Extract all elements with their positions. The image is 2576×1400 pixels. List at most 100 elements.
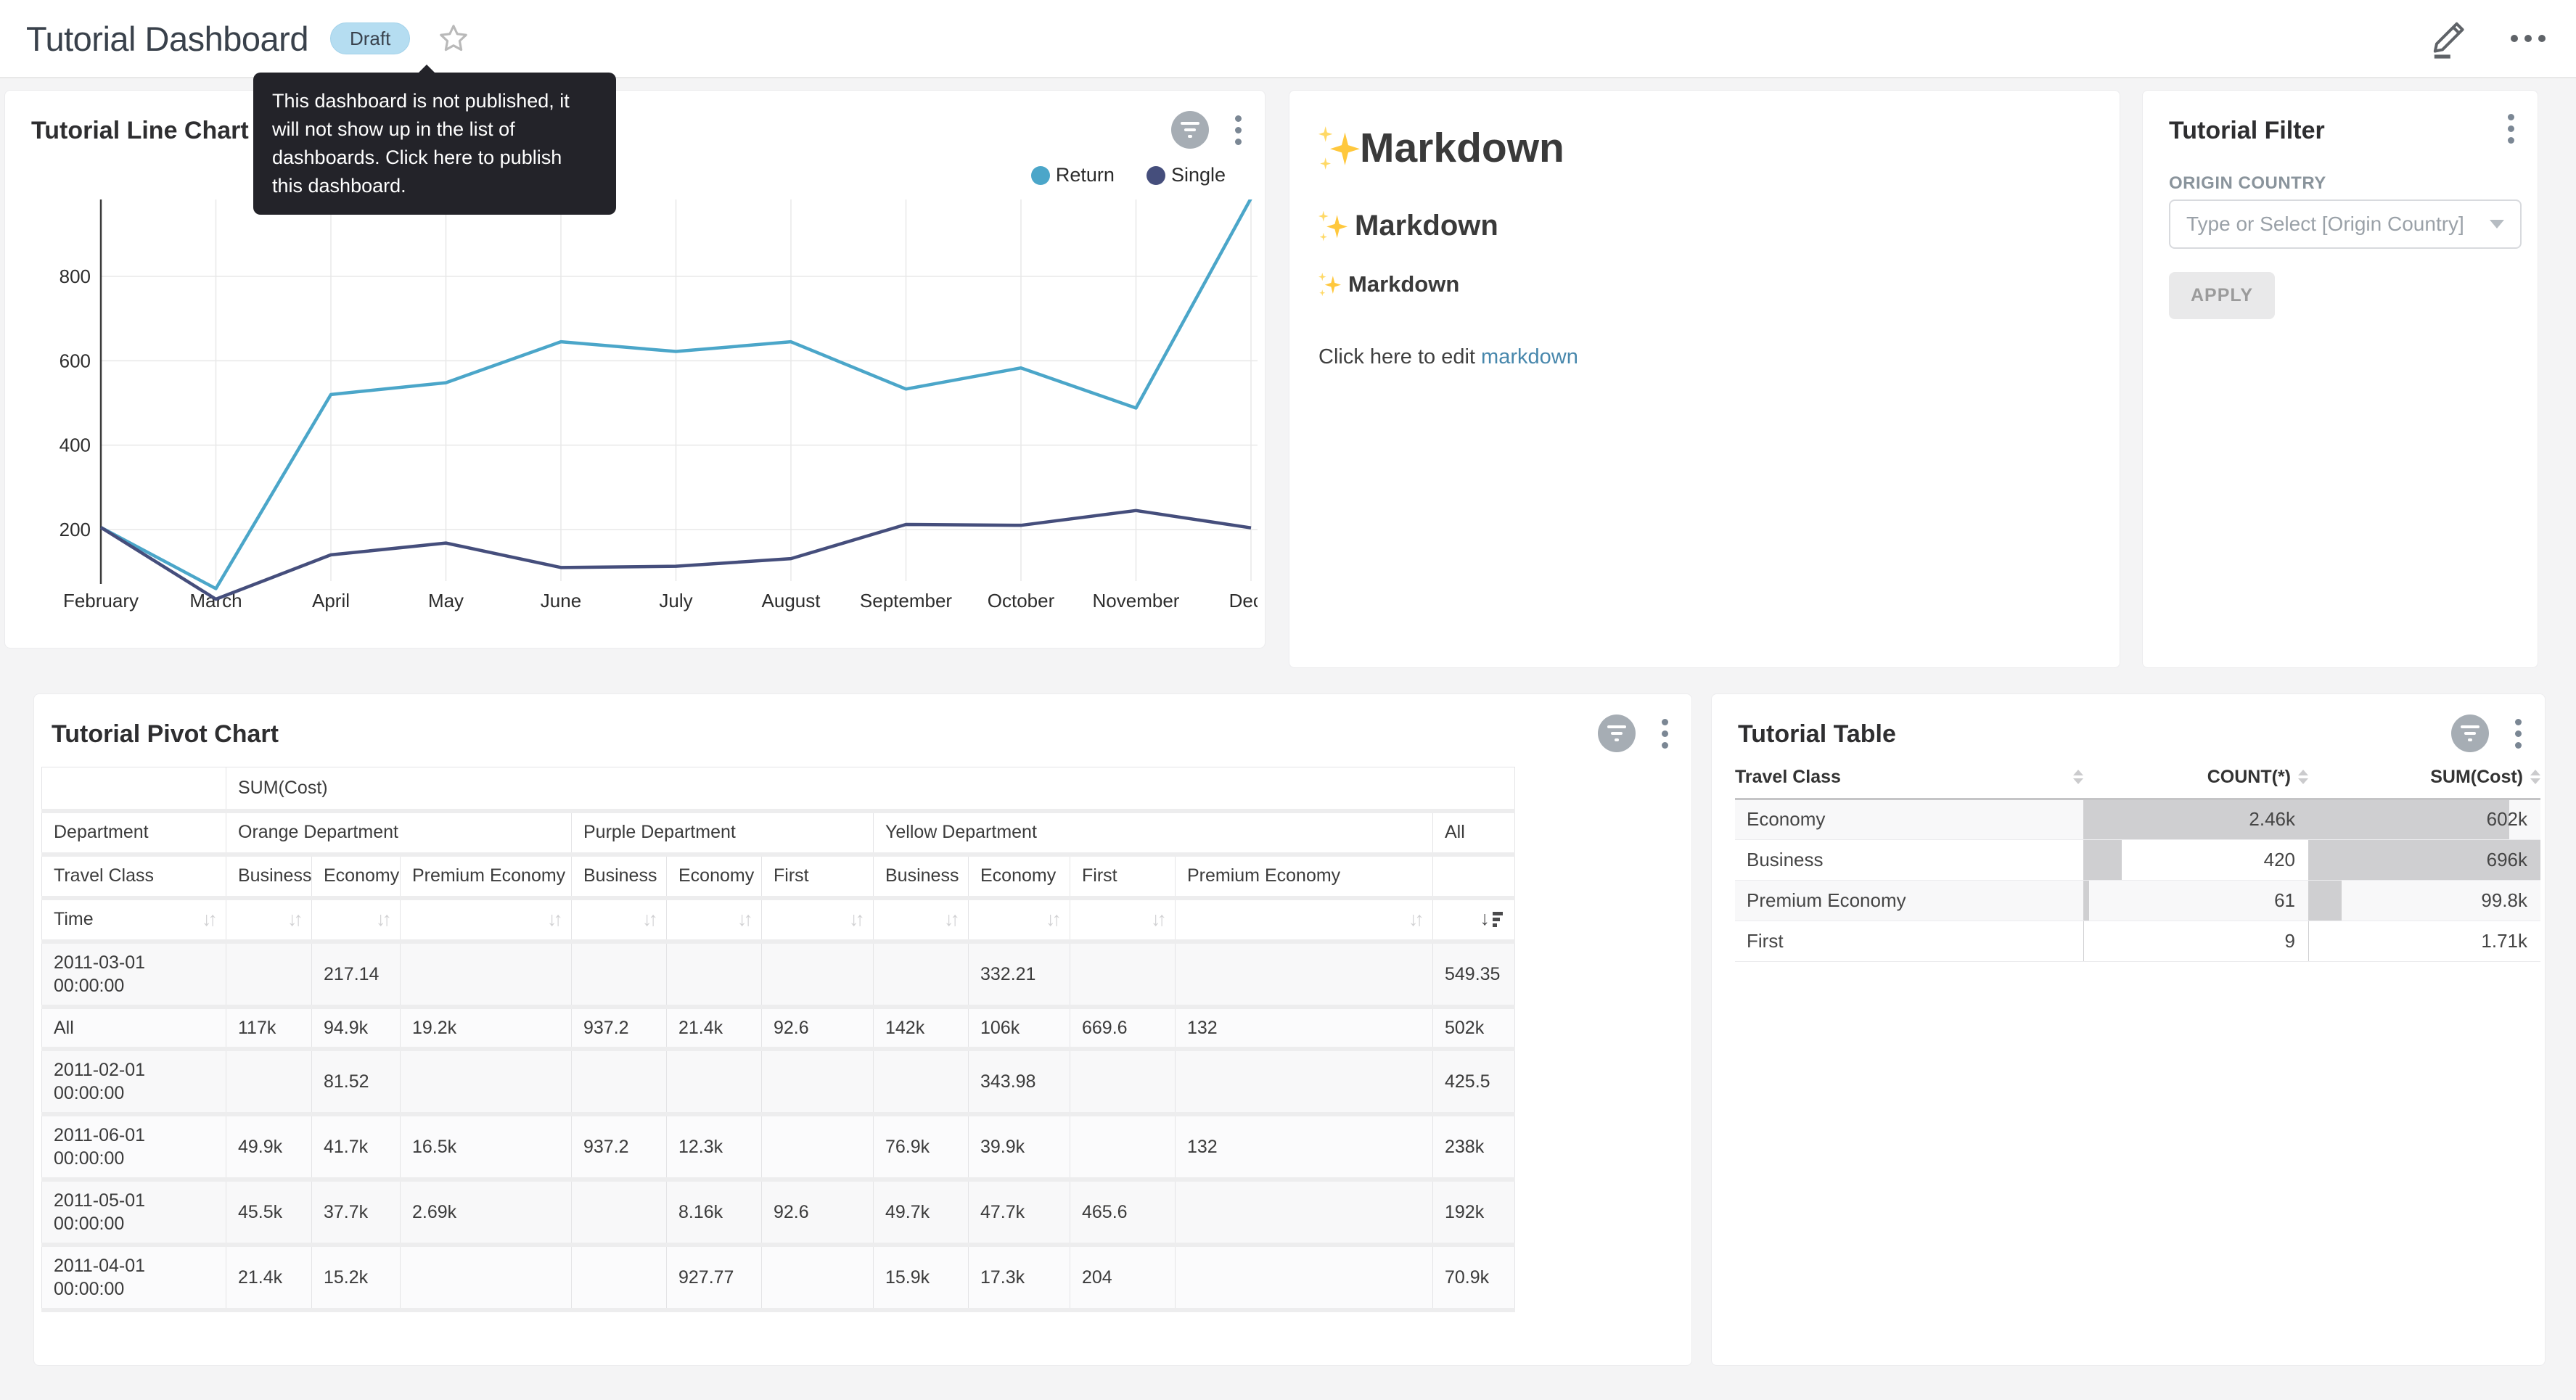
pivot-row-dim-label: Department (42, 811, 226, 855)
time-line: 00:00:00 (54, 1212, 214, 1235)
sort-icon[interactable]: ↓↑ (202, 908, 214, 931)
publish-tooltip: This dashboard is not published, it will… (253, 73, 616, 215)
sort-descending-active-icon[interactable]: ↓ (1480, 909, 1504, 928)
pivot-value-cell: 76.9k (874, 1114, 969, 1179)
axis-tick-label: May (428, 590, 464, 612)
pivot-group-header[interactable]: Purple Department (572, 811, 874, 855)
pivot-value-cell: 106k (969, 1007, 1070, 1049)
sort-icon[interactable]: ↓↑ (642, 908, 655, 930)
pivot-subcol-header[interactable]: Premium Economy (1176, 855, 1433, 898)
time-line: All (54, 1016, 214, 1039)
pivot-subcol-header[interactable]: Premium Economy (401, 855, 572, 898)
pivot-value-cell: 142k (874, 1007, 969, 1049)
pivot-value-cell (1070, 1049, 1176, 1114)
more-actions-icon[interactable] (2506, 30, 2550, 46)
pivot-time-header-inner: Time↓↑ (54, 908, 214, 931)
sort-icon[interactable]: ↓↑ (737, 908, 750, 930)
legend-label: Single (1171, 164, 1226, 186)
legend-item-single[interactable]: Single (1147, 164, 1226, 186)
value-bar (2308, 800, 2509, 839)
pivot-subcol-header[interactable]: Economy (969, 855, 1070, 898)
table-header-row: Travel Class COUNT(*) SUM(Cost) (1735, 757, 2540, 799)
markdown-h1: Markdown (1318, 124, 2091, 172)
pivot-sort-cell: ↓↑ (1070, 898, 1176, 942)
sort-icon[interactable]: ↓↑ (547, 908, 559, 930)
apply-button[interactable]: APPLY (2169, 272, 2275, 319)
axis-tick-label: April (312, 590, 350, 612)
chart-menu-icon[interactable] (1659, 716, 1671, 752)
value-bar (2308, 921, 2309, 961)
pivot-subcol-header[interactable]: Business (226, 855, 312, 898)
pivot-data-row: 2011-02-0100:00:0081.52343.98425.5 (42, 1049, 1515, 1114)
pivot-value-cell (762, 942, 874, 1007)
pivot-row-time-value: 2011-04-0100:00:00 (42, 1245, 226, 1310)
sort-icon[interactable]: ↓↑ (376, 908, 388, 930)
pivot-group-header[interactable]: Orange Department (226, 811, 572, 855)
pivot-subcol-header[interactable]: Economy (667, 855, 762, 898)
pivot-subcol-header[interactable]: First (1070, 855, 1176, 898)
sort-caret-icon[interactable] (2073, 770, 2083, 784)
markdown-h1-text: Markdown (1360, 124, 1564, 172)
filter-indicator-icon[interactable] (2451, 715, 2489, 752)
markdown-edit-link[interactable]: markdown (1481, 345, 1578, 368)
sort-icon[interactable]: ↓↑ (1408, 908, 1421, 930)
column-header-count-[interactable]: COUNT(*) (2083, 757, 2308, 799)
time-line: 00:00:00 (54, 1082, 214, 1105)
pivot-value-cell (572, 1245, 667, 1310)
axis-tick-label: November (1093, 590, 1180, 612)
filter-indicator-icon[interactable] (1598, 715, 1636, 752)
pivot-value-cell: 21.4k (667, 1007, 762, 1049)
axis-tick-label: October (988, 590, 1055, 612)
legend-dot-icon (1147, 166, 1165, 185)
pivot-value-cell: 204 (1070, 1245, 1176, 1310)
pivot-subcol-header[interactable]: Business (874, 855, 969, 898)
legend-item-return[interactable]: Return (1031, 164, 1115, 186)
sort-caret-icon[interactable] (2298, 770, 2308, 784)
sort-caret-icon[interactable] (2530, 770, 2540, 784)
origin-country-select[interactable]: Type or Select [Origin Country] (2169, 199, 2522, 249)
favorite-star-icon[interactable] (438, 22, 469, 54)
sort-icon[interactable]: ↓↑ (1151, 908, 1163, 930)
edit-dashboard-icon[interactable] (2428, 17, 2469, 59)
cell-value: 99.8k (2481, 889, 2527, 911)
table-row: Premium Economy6199.8k (1735, 880, 2540, 921)
pivot-group-header[interactable]: Yellow Department (874, 811, 1433, 855)
column-header-label: SUM(Cost) (2430, 767, 2523, 788)
column-header-travel-class[interactable]: Travel Class (1735, 757, 2083, 799)
pivot-subcol-header[interactable]: Business (572, 855, 667, 898)
markdown-panel: Markdown Markdown Markdown Click here to… (1289, 90, 2120, 668)
filter-menu-icon[interactable] (2505, 111, 2517, 147)
chart-menu-icon[interactable] (1232, 112, 1244, 148)
sort-icon[interactable]: ↓↑ (849, 908, 861, 930)
pivot-sort-cell: ↓↑ (667, 898, 762, 942)
pivot-subcol-header[interactable]: First (762, 855, 874, 898)
pivot-value-cell: 238k (1433, 1114, 1515, 1179)
sort-icon[interactable]: ↓↑ (287, 908, 300, 930)
legend-label: Return (1056, 164, 1115, 186)
table-title: Tutorial Table (1738, 720, 1896, 749)
sort-icon[interactable]: ↓↑ (1046, 908, 1058, 930)
filter-indicator-icon[interactable] (1171, 111, 1209, 149)
pivot-value-cell (1176, 942, 1433, 1007)
pivot-sort-cell: ↓↑ (1176, 898, 1433, 942)
count-cell: 420 (2083, 839, 2308, 880)
time-line: 00:00:00 (54, 974, 214, 997)
draft-badge[interactable]: Draft (330, 22, 410, 54)
column-header-sum-cost-[interactable]: SUM(Cost) (2308, 757, 2540, 799)
column-header-label: COUNT(*) (2207, 767, 2291, 788)
cell-value: 420 (2264, 849, 2295, 870)
chart-menu-icon[interactable] (2512, 716, 2524, 752)
sort-icon[interactable]: ↓↑ (944, 908, 956, 930)
sparkles-icon (1318, 273, 1341, 297)
pivot-value-cell: 37.7k (312, 1179, 401, 1245)
pivot-value-cell: 21.4k (226, 1245, 312, 1310)
sum-cell: 696k (2308, 839, 2540, 880)
pivot-group-header[interactable]: All (1433, 811, 1515, 855)
chart-legend: Return Single (1031, 164, 1226, 186)
page-title: Tutorial Dashboard (26, 19, 308, 59)
axis-tick-label: Dece (1229, 590, 1258, 612)
pivot-subcol-header[interactable]: Economy (312, 855, 401, 898)
pivot-value-cell: 343.98 (969, 1049, 1070, 1114)
pivot-subcol-header[interactable] (1433, 855, 1515, 898)
pivot-header-row-time: Time↓↑↓↑↓↑↓↑↓↑↓↑↓↑↓↑↓↑↓↑↓↑↓ (42, 898, 1515, 942)
